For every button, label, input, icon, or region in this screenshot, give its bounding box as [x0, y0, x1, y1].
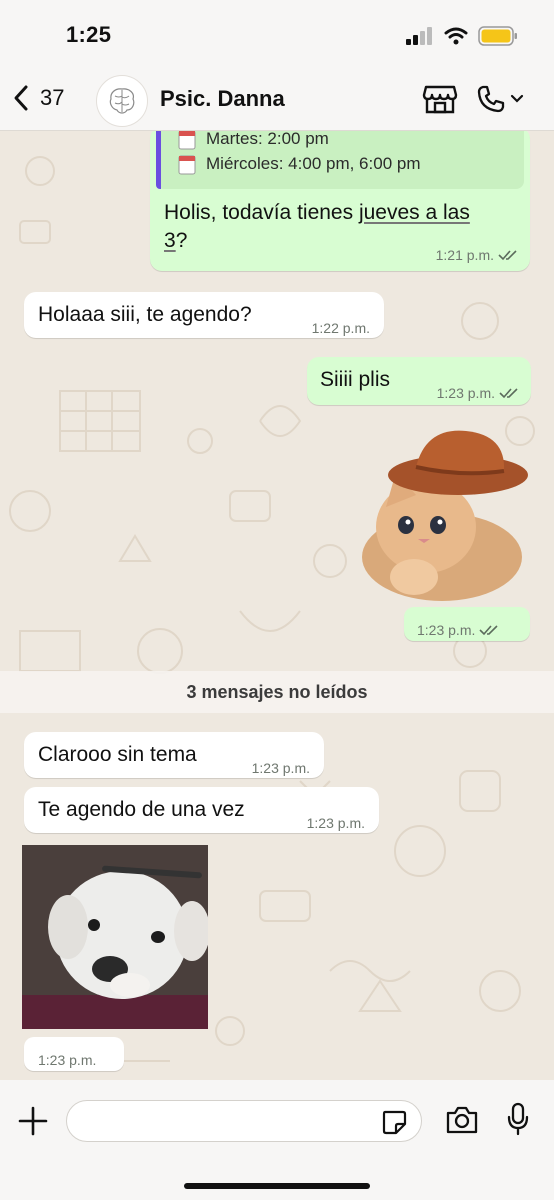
unread-chats-count: 37 [40, 85, 65, 110]
message-time: 1:21 p.m. [435, 247, 494, 263]
home-indicator [184, 1183, 370, 1189]
message-input[interactable] [66, 1100, 422, 1142]
message-bubble-outgoing[interactable]: Siiii plis 1:23 p.m. [307, 357, 531, 405]
microphone-icon[interactable] [506, 1102, 530, 1136]
message-text: Clarooo sin tema [38, 743, 197, 766]
date-link[interactable]: jueves a las [359, 201, 470, 224]
status-time: 1:25 [66, 22, 112, 47]
message-bubble-incoming[interactable]: Holaaa siii, te agendo? 1:22 p.m. [24, 292, 384, 338]
contact-name[interactable]: Psic. Danna [160, 86, 285, 112]
call-menu-button[interactable] [476, 84, 524, 114]
double-check-icon [498, 250, 517, 261]
quote-accent-bar [156, 131, 161, 189]
unread-messages-divider: 3 mensajes no leídos [0, 671, 554, 713]
message-time: 1:23 p.m. [251, 760, 310, 776]
brain-logo-icon [109, 88, 135, 114]
calendar-icon [178, 131, 196, 150]
cellular-signal-icon [406, 27, 432, 45]
message-time: 1:23 p.m. [436, 385, 495, 401]
message-time: 1:23 p.m. [417, 622, 476, 638]
wifi-icon [444, 27, 468, 45]
cat-cowboy-hat-sticker[interactable] [356, 417, 528, 603]
message-bubble-incoming[interactable]: Clarooo sin tema 1:23 p.m. [24, 732, 324, 778]
attach-plus-icon[interactable] [18, 1106, 48, 1136]
double-check-icon [479, 625, 498, 636]
message-bubble-outgoing[interactable]: Martes: 2:00 pm Miércoles: 4:00 pm, 6:00… [150, 131, 530, 271]
phone-icon [477, 85, 505, 113]
quote-line: Miércoles: 4:00 pm, 6:00 pm [206, 154, 421, 173]
chat-area[interactable]: Martes: 2:00 pm Miércoles: 4:00 pm, 6:00… [0, 131, 554, 1080]
double-check-icon [499, 388, 518, 399]
quoted-message[interactable]: Martes: 2:00 pm Miércoles: 4:00 pm, 6:00… [156, 131, 524, 189]
chevron-left-icon [14, 85, 28, 111]
message-text-part: ? [175, 229, 188, 252]
message-text-part: Holis, todavía tienes [164, 201, 359, 224]
message-composer [0, 1080, 554, 1200]
business-catalog-icon[interactable] [422, 83, 458, 115]
message-text: Te agendo de una vez [38, 798, 245, 821]
sticker-time-badge: 1:23 p.m. [404, 607, 530, 641]
contact-avatar[interactable] [96, 75, 148, 127]
calendar-icon [178, 155, 196, 175]
camera-icon[interactable] [445, 1105, 479, 1135]
chat-header: 37 Psic. Danna [0, 72, 554, 131]
back-button[interactable]: 37 [12, 84, 64, 112]
message-bubble-incoming[interactable]: Te agendo de una vez 1:23 p.m. [24, 787, 379, 833]
message-time: 1:23 p.m. [306, 815, 365, 831]
puppy-photo[interactable] [22, 845, 208, 1029]
message-text: Siiii plis [320, 368, 391, 391]
chevron-down-icon [510, 94, 524, 103]
status-bar: 1:25 [0, 0, 554, 72]
battery-icon [478, 26, 517, 46]
date-link[interactable]: 3 [164, 229, 176, 252]
photo-time-badge: 1:23 p.m. [24, 1037, 124, 1071]
message-time: 1:22 p.m. [311, 320, 370, 336]
message-text: Holaaa siii, te agendo? [38, 303, 252, 326]
message-time: 1:23 p.m. [38, 1052, 97, 1068]
sticker-icon[interactable] [381, 1109, 407, 1135]
